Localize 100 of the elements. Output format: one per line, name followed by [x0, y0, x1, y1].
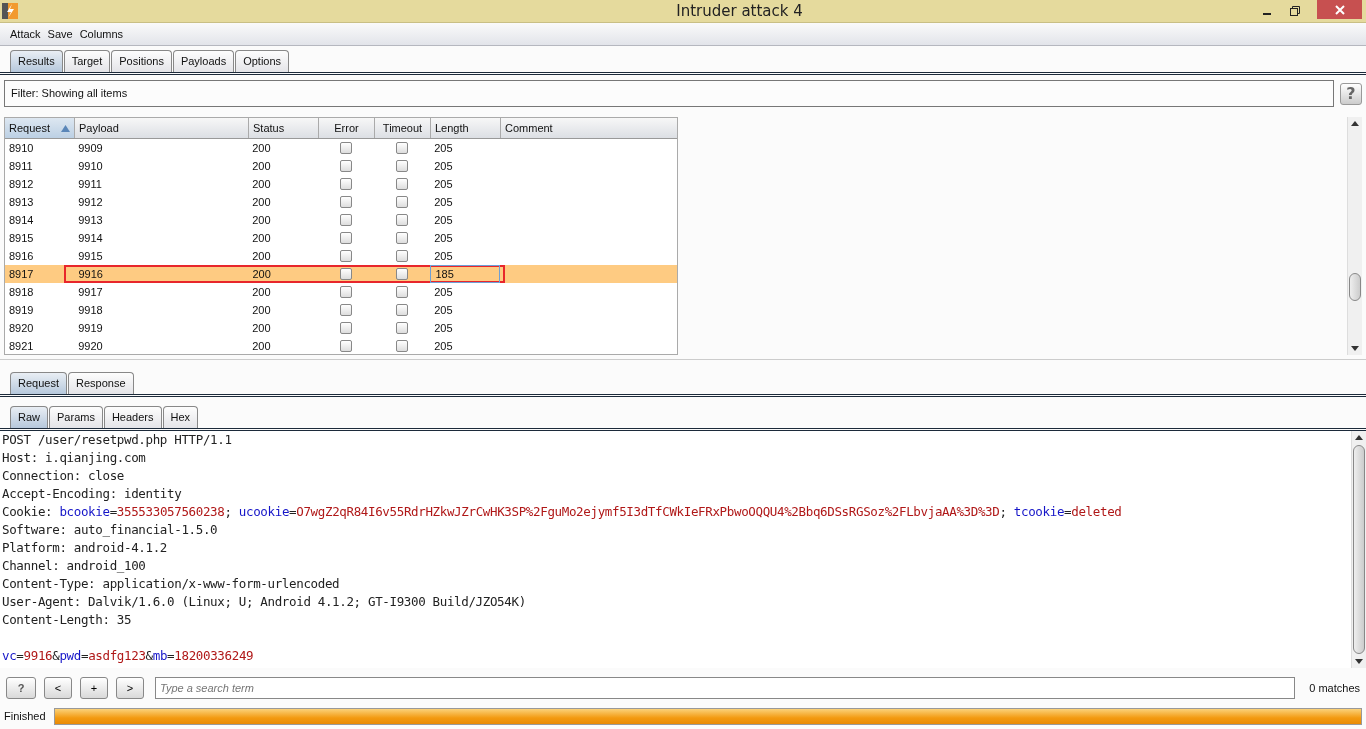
table-cell-text: 9915 [77, 249, 104, 264]
table-cell-text: 205 [433, 321, 454, 336]
close-icon [1334, 4, 1345, 15]
restore-icon[interactable] [1289, 5, 1301, 17]
filter-bar[interactable]: Filter: Showing all items [4, 80, 1334, 107]
tab[interactable]: Results [10, 50, 63, 72]
table-row[interactable]: 8921 9920 200 205 [5, 337, 677, 354]
checkbox[interactable] [396, 286, 409, 298]
tab[interactable]: Hex [162, 406, 199, 428]
table-row[interactable]: 8912 9911 200 205 [5, 175, 677, 193]
table-cell-text: 205 [433, 339, 454, 354]
tab[interactable]: Options [235, 50, 290, 72]
table-cell-text: 8919 [8, 303, 35, 318]
table-cell-text: 9909 [77, 141, 104, 156]
checkbox[interactable] [396, 142, 409, 154]
checkbox[interactable] [340, 304, 353, 316]
tab[interactable]: Params [49, 406, 103, 428]
table-row[interactable]: 8918 9917 200 205 [5, 283, 677, 301]
checkbox[interactable] [396, 196, 409, 208]
help-button[interactable]: ? [6, 677, 36, 699]
checkbox[interactable] [396, 214, 409, 226]
checkbox[interactable] [340, 250, 353, 262]
checkbox[interactable] [396, 178, 409, 190]
checkbox[interactable] [340, 232, 353, 244]
checkbox[interactable] [396, 340, 409, 352]
tab[interactable]: Response [68, 372, 134, 394]
column-header[interactable]: Error [319, 118, 375, 138]
raw-request-text: POST /user/resetpwd.php HTTP/1.1 Host: i.qianjing.com Connection: close Accept-Encoding: identity Cookie: bcookie=355533057560238; ucookie=O7wgZ2qR84I6v55RdrHZkwJZrCwHK3SP%2FguMo2ejymf5I3dTfCWkIeFRxPbwoOQQU4%2Bbq6DSsRGSoz%2FLbvjaAA%3D%3D; tcookie=deleted Software: auto_financial-1.5.0 Platform: android-4.1.2 Channel: android_100 Content-Type: application/x-www-form-urlencoded User-Agent: Dalvik/1.6.0 (Linux; U; Android 4.1.2; GT-I9300 Build/JZO54K) Content-Length: 35 vc=9916&pwd=asdfg123&mb=18200336249 [0, 431, 1351, 668]
scrollbar[interactable] [1351, 431, 1366, 668]
table-row[interactable]: 8920 9919 200 205 [5, 319, 677, 337]
search-field[interactable]: Type a search term [155, 677, 1296, 699]
table-row[interactable]: 8913 9912 200 205 [5, 193, 677, 211]
checkbox[interactable] [340, 178, 353, 190]
app-logo-icon [2, 3, 18, 19]
scrollbar-thumb[interactable] [1349, 273, 1361, 301]
checkbox[interactable] [340, 322, 353, 334]
column-header[interactable]: Payload [75, 118, 249, 138]
checkbox[interactable] [396, 268, 409, 280]
close-button[interactable] [1317, 0, 1362, 19]
checkbox[interactable] [396, 160, 409, 172]
column-header[interactable]: Timeout [375, 118, 431, 138]
table-cell: 185 [430, 265, 501, 283]
table-cell-text: 200 [251, 249, 272, 264]
column-header[interactable]: Request [5, 118, 75, 138]
table-row[interactable]: 8910 9909 200 205 [5, 139, 677, 157]
scrollbar-thumb[interactable] [1353, 445, 1365, 654]
table-cell-text: 205 [433, 141, 454, 156]
table-row[interactable]: 8916 9915 200 205 [5, 247, 677, 265]
column-header[interactable]: Length [431, 118, 501, 138]
table-row[interactable]: 8917 9916 200 185 [5, 265, 677, 283]
checkbox[interactable] [340, 196, 353, 208]
table-cell-text: 200 [251, 303, 272, 318]
table-cell-text: 200 [251, 339, 272, 354]
table-cell-text: 8918 [8, 285, 35, 300]
previous-button[interactable]: < [44, 677, 72, 699]
add-button[interactable]: + [80, 677, 108, 699]
table-row[interactable]: 8919 9918 200 205 [5, 301, 677, 319]
table-cell-text: 8920 [8, 321, 35, 336]
table-cell-text: 9911 [77, 177, 103, 192]
table-row[interactable]: 8915 9914 200 205 [5, 229, 677, 247]
checkbox[interactable] [396, 232, 409, 244]
checkbox[interactable] [340, 142, 353, 154]
table-cell-text: 200 [251, 285, 272, 300]
table-cell-text: 205 [433, 159, 454, 174]
status-text: Finished [4, 710, 46, 722]
checkbox[interactable] [340, 214, 353, 226]
table-cell-text: 8915 [8, 231, 35, 246]
match-count: 0 matches [1308, 682, 1360, 694]
table-cell-text: 9914 [77, 231, 104, 246]
checkbox[interactable] [340, 268, 353, 280]
table-cell-text: 9913 [77, 213, 104, 228]
menu-item[interactable]: Save [47, 28, 73, 40]
scrollbar[interactable] [1347, 117, 1362, 355]
help-button[interactable]: ? [1340, 82, 1362, 105]
tab[interactable]: Request [10, 372, 67, 394]
tab[interactable]: Target [63, 50, 111, 72]
checkbox[interactable] [340, 160, 353, 172]
table-cell-text: 9910 [77, 159, 104, 174]
table-cell-text: 200 [251, 231, 272, 246]
checkbox[interactable] [340, 286, 353, 298]
checkbox[interactable] [396, 304, 409, 316]
column-header[interactable]: Comment [501, 118, 677, 138]
table-cell-text: 8913 [8, 195, 35, 210]
tab[interactable]: Raw [10, 406, 48, 428]
table-cell-text: 8921 [8, 339, 35, 354]
checkbox[interactable] [396, 250, 409, 262]
table-cell-text: 8917 [8, 267, 35, 282]
table-row[interactable]: 8914 9913 200 205 [5, 211, 677, 229]
tab[interactable]: Payloads [172, 50, 235, 72]
table-cell-text: 9916 [77, 267, 104, 282]
table-cell-text: 200 [251, 213, 272, 228]
checkbox[interactable] [396, 322, 409, 334]
checkbox[interactable] [340, 340, 353, 352]
next-button[interactable]: > [116, 677, 144, 699]
column-header[interactable]: Status [249, 118, 319, 138]
table-row[interactable]: 8911 9910 200 205 [5, 157, 677, 175]
tab[interactable]: Headers [103, 406, 162, 428]
tab[interactable]: Positions [111, 50, 172, 72]
menu-item[interactable]: Attack [10, 28, 41, 40]
menu-item[interactable]: Columns [79, 28, 124, 40]
